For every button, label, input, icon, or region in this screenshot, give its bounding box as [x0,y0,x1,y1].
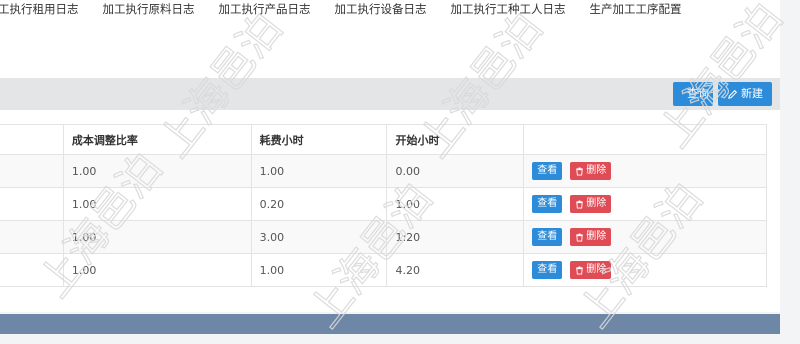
table-cell-actions: 查看 删除 [523,154,767,188]
table-cell: 0.00 [386,154,525,188]
delete-button-label: 删除 [586,198,607,209]
delete-button[interactable]: 删除 [570,261,612,279]
table-row: 1.00 0.20 1.00 查看 删除 [0,187,767,221]
table-cell-actions: 查看 删除 [523,220,767,254]
trash-icon [576,199,583,209]
table-cell-actions: 查看 删除 [523,187,767,221]
table-row: 1.00 1.00 4.20 查看 删除 [0,253,767,287]
page-margin [780,0,800,344]
page: 工执行租用日志 加工执行原料日志 加工执行产品日志 加工执行设备日志 加工执行工… [0,0,800,344]
delete-button[interactable]: 删除 [570,162,612,180]
table-cell: 1:20 [386,220,525,254]
tab-material-log[interactable]: 加工执行原料日志 [103,0,219,22]
tab-product-log[interactable]: 加工执行产品日志 [219,0,335,22]
view-button[interactable]: 查看 [532,195,563,213]
delete-button-label: 删除 [586,264,607,275]
query-button[interactable]: 查询 [673,82,713,106]
table-row: 1.00 3.00 1:20 查看 删除 [0,220,767,254]
table-cell: 1.00 [62,187,252,221]
delete-button-label: 删除 [586,165,607,176]
table-cell: 0.20 [250,187,388,221]
trash-icon [576,166,583,176]
table-row: 1.00 1.00 0.00 查看 删除 [0,154,767,188]
column-header-actions [523,124,767,155]
table-cell: 1.00 [62,154,252,188]
view-button[interactable]: 查看 [532,162,563,180]
table-cell: 1.00 [386,187,525,221]
tab-worker-log[interactable]: 加工执行工种工人日志 [451,0,590,22]
table-cell [0,253,64,287]
delete-button-label: 删除 [586,231,607,242]
column-header [0,124,64,155]
delete-button[interactable]: 删除 [570,195,612,213]
tab-rental-log[interactable]: 工执行租用日志 [0,0,103,22]
table-cell: 3.00 [250,220,388,254]
footer-bar [0,314,780,334]
tab-equipment-log[interactable]: 加工执行设备日志 [335,0,451,22]
table-cell: 1.00 [62,220,252,254]
table-cell [0,187,64,221]
table-cell [0,220,64,254]
delete-button[interactable]: 删除 [570,228,612,246]
search-bar [0,78,780,110]
table-cell: 1.00 [250,253,388,287]
pencil-icon [728,89,738,99]
view-button[interactable]: 查看 [532,228,563,246]
tab-process-config[interactable]: 生产加工工序配置 [590,0,706,22]
data-table: 成本调整比率 耗费小时 开始小时 1.00 1.00 0.00 查看 删除 1.… [0,124,767,287]
table-cell: 1.00 [250,154,388,188]
table-cell [0,154,64,188]
table-cell: 4.20 [386,253,525,287]
trash-icon [576,265,583,275]
table-cell-actions: 查看 删除 [523,253,767,287]
tab-bar: 工执行租用日志 加工执行原料日志 加工执行产品日志 加工执行设备日志 加工执行工… [0,0,780,22]
column-header-cost-ratio: 成本调整比率 [62,124,252,155]
view-button[interactable]: 查看 [532,261,563,279]
table-cell: 1.00 [62,253,252,287]
new-button[interactable]: 新建 [718,82,772,106]
content-panel: 工执行租用日志 加工执行原料日志 加工执行产品日志 加工执行设备日志 加工执行工… [0,0,780,312]
table-header-row: 成本调整比率 耗费小时 开始小时 [0,124,767,155]
column-header-hours-spent: 耗费小时 [250,124,388,155]
new-button-label: 新建 [741,87,763,100]
column-header-start-hour: 开始小时 [386,124,525,155]
trash-icon [576,232,583,242]
